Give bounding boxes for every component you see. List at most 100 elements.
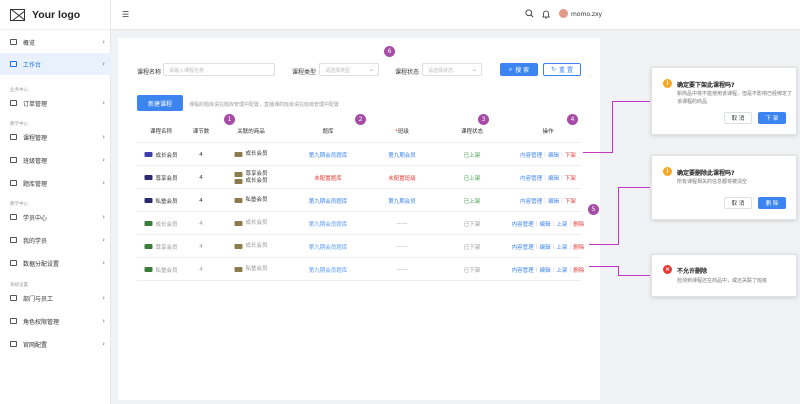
action-separator: |: [561, 174, 563, 181]
action-separator: |: [569, 266, 572, 273]
delete-link[interactable]: 删除: [573, 266, 584, 274]
search-button[interactable]: ⌕ 搜 索: [500, 63, 538, 76]
sidebar-item-orders[interactable]: 订单管理 ›: [0, 92, 111, 114]
question-bank-cell[interactable]: 第九期会员题库: [309, 212, 348, 235]
edit-link[interactable]: 编辑: [540, 266, 551, 274]
action-separator: |: [535, 243, 538, 250]
course-name: 尊享会员: [155, 244, 178, 251]
menu-fold-icon[interactable]: ☰: [122, 11, 130, 19]
logo[interactable]: Your logo: [0, 0, 110, 30]
sidebar-item-student-center[interactable]: 学员中心 ›: [0, 206, 111, 228]
course-badge-icon: [144, 221, 153, 226]
sidebar-item-classes[interactable]: 班级管理 ›: [0, 149, 111, 171]
avatar[interactable]: [559, 9, 568, 18]
goods-name: 成长会员: [245, 151, 268, 157]
course-status-select[interactable]: 请选择状态 ⌄: [422, 63, 482, 76]
actions-cell: 内容管理 | 编辑 | 上架 | 删除: [512, 235, 585, 258]
content-manage-link[interactable]: 内容管理: [512, 220, 534, 228]
online-link[interactable]: 上架: [556, 243, 567, 251]
course-type-select[interactable]: 请选择类型 ⌄: [319, 63, 379, 76]
edit-link[interactable]: 编辑: [540, 220, 551, 228]
online-link[interactable]: 上架: [556, 266, 567, 274]
content-manage-link[interactable]: 内容管理: [520, 174, 542, 182]
action-separator: |: [569, 220, 572, 227]
action-separator: |: [561, 197, 563, 204]
course-badge-icon: [144, 267, 153, 272]
row-actions: 内容管理 | 编辑 | 下架: [520, 197, 576, 205]
online-link[interactable]: 上架: [556, 220, 567, 228]
search-icon[interactable]: [525, 9, 534, 18]
course-name-cell: 成长会员: [144, 143, 178, 166]
offline-link[interactable]: 下架: [565, 197, 576, 205]
sidebar-item-label: 官网配置: [23, 341, 48, 349]
offline-button[interactable]: 下 架: [758, 112, 786, 124]
course-name-input[interactable]: 请输入课程名称: [163, 63, 275, 76]
sidebar-item-my-students[interactable]: 我的学员 ›: [0, 229, 111, 251]
question-bank-cell[interactable]: 第九期会员题库: [309, 258, 348, 281]
delete-link[interactable]: 删除: [573, 220, 584, 228]
question-bank-cell[interactable]: 第九期会员题库: [309, 189, 348, 212]
class-cell[interactable]: 第九期会员: [388, 189, 416, 212]
course-badge-icon: [144, 175, 153, 180]
connector-line: [612, 101, 650, 102]
website-icon: [10, 341, 17, 347]
reset-button[interactable]: ↻ 重 置: [543, 63, 581, 76]
goods-list: 私塾会员: [234, 266, 268, 273]
sidebar-item-label: 工作台: [23, 61, 42, 69]
bell-icon[interactable]: [542, 10, 550, 19]
offline-link[interactable]: 下架: [565, 151, 576, 159]
goods-badge-icon: [234, 267, 243, 272]
cancel-button[interactable]: 取 消: [724, 197, 752, 209]
shield-icon: [10, 318, 17, 324]
question-bank-cell[interactable]: 第九期会员题库: [309, 143, 348, 166]
edit-link[interactable]: 编辑: [540, 243, 551, 251]
sidebar-item-data-allocation[interactable]: 数据分配设置 ›: [0, 252, 111, 274]
goods-item: 成长会员: [234, 151, 268, 158]
sidebar-item-workbench[interactable]: 工作台 ›: [0, 53, 111, 75]
chevron-right-icon: ›: [102, 213, 105, 221]
chevron-right-icon: ›: [102, 156, 105, 164]
delete-confirm-dialog: ! 确定要删除此课程吗? 所有课程相关的信息都将被清空 取 消 删 除: [651, 155, 797, 220]
course-name: 尊享会员: [155, 175, 178, 182]
edit-link[interactable]: 编辑: [548, 151, 559, 159]
status-cell: 已上架: [463, 198, 481, 205]
table-row: 私塾会员 4 私塾会员 第九期会员题库 第九期会员 已上架 内容管理 | 编辑 | 下架: [137, 189, 581, 212]
delete-forbidden-dialog: × 不允许删除 检测到课程还在商品中，或还关联了班级: [651, 254, 797, 297]
class-cell[interactable]: 第九期会员: [388, 143, 416, 166]
table-row: 尊享会员 4 成长会员 第九期会员题库 —— 已下架 内容管理 | 编辑 | 上架 | 删除: [137, 235, 584, 258]
class-cell: 未配置班级: [388, 175, 416, 182]
dialog-title: 不允许删除: [677, 268, 708, 275]
content-manage-link[interactable]: 内容管理: [520, 197, 542, 205]
annotation-marker: 6: [384, 46, 395, 57]
new-course-button[interactable]: 新建课程: [137, 95, 183, 111]
course-name-placeholder: 请输入课程名称: [169, 68, 205, 74]
course-name-cell: 成长会员: [144, 212, 178, 235]
status-cell: 已下架: [463, 244, 481, 251]
sidebar-item-overview[interactable]: 概览 ›: [0, 31, 111, 53]
delete-button[interactable]: 删 除: [758, 197, 786, 209]
sidebar-item-roles[interactable]: 角色权限管理 ›: [0, 310, 111, 332]
content-manage-link[interactable]: 内容管理: [512, 266, 534, 274]
sidebar-item-label: 部门与员工: [23, 295, 54, 303]
class-icon: [10, 157, 17, 163]
delete-link[interactable]: 删除: [573, 243, 584, 251]
edit-link[interactable]: 编辑: [548, 174, 559, 182]
sidebar-item-website[interactable]: 官网配置 ›: [0, 333, 111, 355]
offline-link[interactable]: 下架: [565, 174, 576, 182]
sidebar-item-departments[interactable]: 部门与员工 ›: [0, 287, 111, 309]
sidebar-item-question-bank[interactable]: 题库管理 ›: [0, 172, 111, 194]
cancel-button[interactable]: 取 消: [724, 112, 752, 124]
goods-item: 尊享会员: [234, 171, 268, 178]
content-manage-link[interactable]: 内容管理: [520, 151, 542, 159]
sidebar-item-courses[interactable]: 课程管理 ›: [0, 126, 111, 148]
edit-link[interactable]: 编辑: [548, 197, 559, 205]
table-row: 成长会员 4 成长会员 第九期会员题库 —— 已下架 内容管理 | 编辑 | 上架 | 删除: [137, 212, 584, 235]
content-manage-link[interactable]: 内容管理: [512, 243, 534, 251]
status-cell: 已下架: [463, 221, 481, 228]
user-name[interactable]: momo.zxy: [571, 11, 602, 18]
question-bank-cell[interactable]: 第九期会员题库: [309, 235, 348, 258]
annotation-marker: 4: [567, 114, 578, 125]
action-separator: |: [535, 220, 538, 227]
warning-icon: !: [663, 79, 672, 88]
table-row: 成长会员 4 成长会员 第九期会员题库 第九期会员 已上架 内容管理 | 编辑 | 下架: [137, 143, 581, 166]
